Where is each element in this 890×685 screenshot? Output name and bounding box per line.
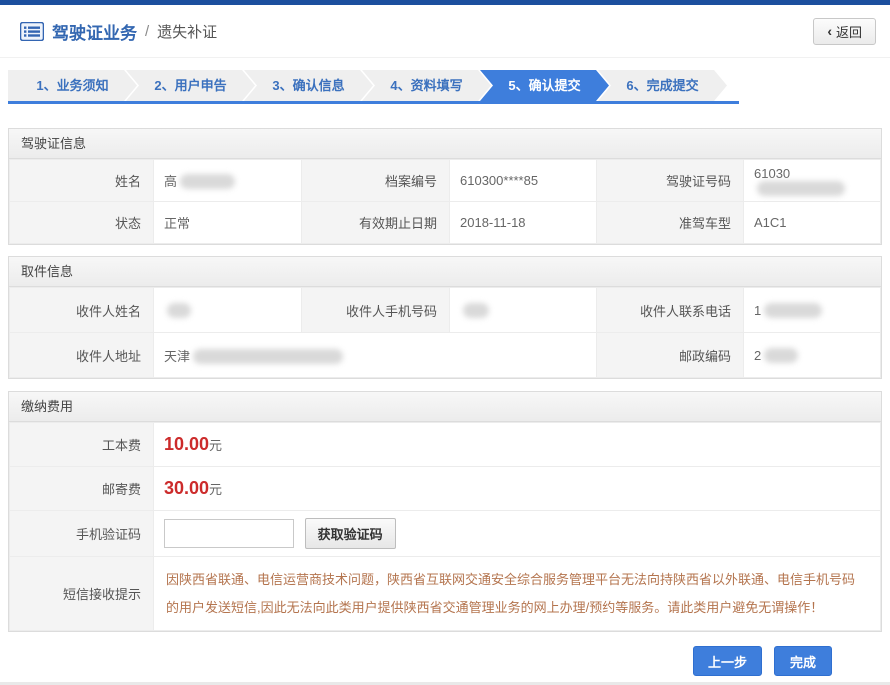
production-fee-label: 工本费 [10,423,154,467]
name-value-text: 高 [164,174,177,189]
production-fee-amount: 10.00 [164,434,209,454]
postcode-value: 2 [744,333,881,378]
redacted-blur [180,174,235,189]
fees-table: 工本费 10.00元 邮寄费 30.00元 手机验证码 获取验证码 短信接收提示… [9,422,881,631]
table-row: 收件人姓名 收件人手机号码 收件人联系电话 1 [10,288,881,333]
mailing-fee-label: 邮寄费 [10,467,154,511]
redacted-blur [463,303,489,318]
section-license-info: 驾驶证信息 姓名 高 档案编号 610300****85 驾驶证号码 61030… [8,128,882,245]
postcode-label: 邮政编码 [597,333,744,378]
sms-notice-label: 短信接收提示 [10,557,154,631]
license-no-label: 驾驶证号码 [597,160,744,202]
tab-step-2[interactable]: 2、用户申告 [126,70,255,101]
tab-step-3[interactable]: 3、确认信息 [244,70,373,101]
expiry-value: 2018-11-18 [450,202,597,244]
pickup-info-table: 收件人姓名 收件人手机号码 收件人联系电话 1 收件人地址 天津 邮政编码 2 [9,287,881,378]
redacted-blur [764,303,822,318]
address-value: 天津 [154,333,597,378]
back-chevron-icon: ‹ [827,23,832,39]
section-fees: 缴纳费用 工本费 10.00元 邮寄费 30.00元 手机验证码 获取验证码 短… [8,391,882,632]
name-value: 高 [154,160,302,202]
section-pickup-info: 取件信息 收件人姓名 收件人手机号码 收件人联系电话 1 收件人地址 天津 邮政… [8,256,882,379]
back-button[interactable]: ‹ 返回 [813,18,876,45]
table-row: 手机验证码 获取验证码 [10,511,881,557]
sms-code-input[interactable] [164,519,294,548]
breadcrumb: 驾驶证业务 / 遗失补证 [20,19,217,44]
recipient-name-label: 收件人姓名 [10,288,154,333]
table-row: 邮寄费 30.00元 [10,467,881,511]
redacted-blur [757,181,845,196]
table-row: 状态 正常 有效期止日期 2018-11-18 准驾车型 A1C1 [10,202,881,244]
form-actions: 上一步 完成 [0,646,890,676]
list-icon [20,22,44,41]
table-row: 工本费 10.00元 [10,423,881,467]
file-no-label: 档案编号 [302,160,450,202]
tab-step-1[interactable]: 1、业务须知 [8,70,137,101]
recipient-name-value [154,288,302,333]
currency-unit: 元 [209,482,222,497]
address-label: 收件人地址 [10,333,154,378]
mailing-fee-value: 30.00元 [154,467,881,511]
status-label: 状态 [10,202,154,244]
recipient-phone-value: 1 [744,288,881,333]
redacted-blur [764,348,798,363]
back-button-label: 返回 [836,22,862,41]
production-fee-value: 10.00元 [154,423,881,467]
fees-section-title: 缴纳费用 [9,392,881,422]
redacted-blur [193,349,343,364]
breadcrumb-separator: / [145,23,149,40]
recipient-phone-label: 收件人联系电话 [597,288,744,333]
status-value: 正常 [154,202,302,244]
file-no-value: 610300****85 [450,160,597,202]
page-header: 驾驶证业务 / 遗失补证 ‹ 返回 [0,5,890,58]
mailing-fee-amount: 30.00 [164,478,209,498]
table-row: 收件人地址 天津 邮政编码 2 [10,333,881,378]
address-text: 天津 [164,349,190,364]
name-label: 姓名 [10,160,154,202]
table-row: 短信接收提示 因陕西省联通、电信运营商技术问题，陕西省互联网交通安全综合服务管理… [10,557,881,631]
vehicle-type-label: 准驾车型 [597,202,744,244]
license-info-table: 姓名 高 档案编号 610300****85 驾驶证号码 61030 状态 正常… [9,159,881,244]
vehicle-type-value: A1C1 [744,202,881,244]
recipient-mobile-value [450,288,597,333]
tab-step-6[interactable]: 6、完成提交 [598,70,727,101]
license-section-title: 驾驶证信息 [9,129,881,159]
currency-unit: 元 [209,438,222,453]
sms-code-label: 手机验证码 [10,511,154,557]
license-no-value-text: 61030 [754,166,790,181]
tab-step-5[interactable]: 5、确认提交 [480,70,609,101]
tab-step-4[interactable]: 4、资料填写 [362,70,491,101]
postcode-text: 2 [754,348,761,363]
prev-step-button[interactable]: 上一步 [693,646,762,676]
step-tabs: 1、业务须知 2、用户申告 3、确认信息 4、资料填写 5、确认提交 6、完成提… [8,70,739,104]
sms-notice-cell: 因陕西省联通、电信运营商技术问题，陕西省互联网交通安全综合服务管理平台无法向持陕… [154,557,881,631]
page-title: 驾驶证业务 [52,19,137,44]
sms-notice-text: 因陕西省联通、电信运营商技术问题，陕西省互联网交通安全综合服务管理平台无法向持陕… [164,560,880,628]
get-code-button[interactable]: 获取验证码 [305,518,396,549]
recipient-mobile-label: 收件人手机号码 [302,288,450,333]
sms-code-field-cell: 获取验证码 [154,511,881,557]
breadcrumb-current: 遗失补证 [157,21,217,42]
recipient-phone-text: 1 [754,303,761,318]
table-row: 姓名 高 档案编号 610300****85 驾驶证号码 61030 [10,160,881,202]
expiry-label: 有效期止日期 [302,202,450,244]
finish-button[interactable]: 完成 [774,646,832,676]
pickup-section-title: 取件信息 [9,257,881,287]
redacted-blur [167,303,191,318]
license-no-value: 61030 [744,160,881,202]
